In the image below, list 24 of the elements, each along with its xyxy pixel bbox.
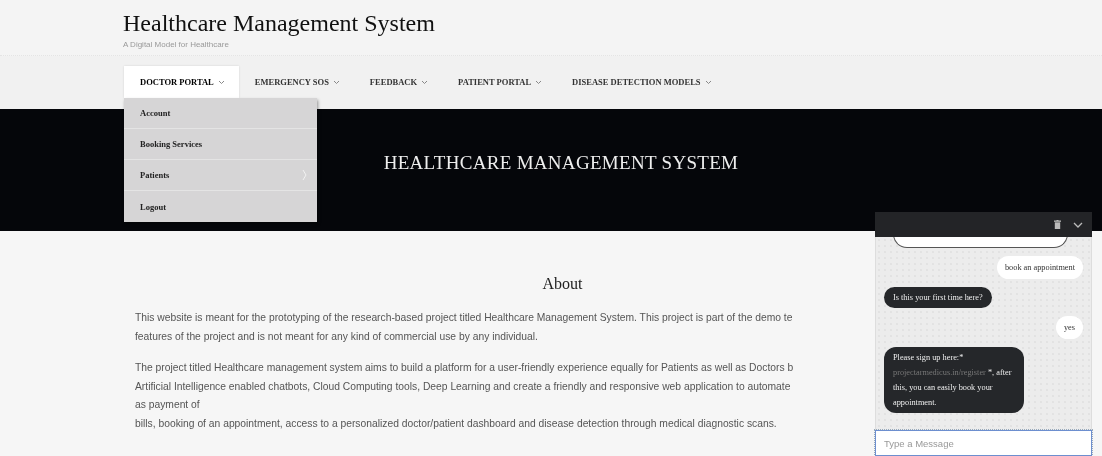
paragraph-line: as payment of <box>135 398 200 412</box>
banner-title: HEALTHCARE MANAGEMENT SYSTEM <box>383 152 739 174</box>
paragraph-line: The project titled Healthcare management system aims to build a platform for a user-friendly experience equally for Patients as well as Doctors b <box>135 361 794 375</box>
site-tagline: A Digital Model for Healthcare <box>123 40 230 49</box>
nav-tab[interactable]: FEEDBACK <box>353 66 443 98</box>
site-title: Healthcare Management System <box>123 10 435 36</box>
nav-tab[interactable]: DISEASE DETECTION MODELS <box>556 66 726 98</box>
nav-tab[interactable]: EMERGENCY SOS <box>238 66 354 98</box>
nav-tab[interactable]: PATIENT PORTAL <box>442 66 557 98</box>
signup-link[interactable]: projectarmedicus.in/register <box>893 368 986 377</box>
trash-icon[interactable] <box>1054 220 1061 229</box>
section-heading: About <box>541 275 584 293</box>
chat-message: yes <box>1055 316 1083 339</box>
paragraph-line: Artificial Intelligence enabled chatbots, Cloud Computing tools, Deep Learning and create a friendly and responsive web application to automate <box>135 379 791 394</box>
chat-message: book an appointment <box>996 256 1083 279</box>
chat-message: Please sign up here:* projectarmedicus.in/register *, after this, you can easily book your appointment. <box>884 347 1024 413</box>
paragraph-line: bills, booking of an appointment, access to a personalized doctor/patient dashboard and disease detection through medical diagnostic scans. <box>135 416 777 431</box>
chevron-down-icon[interactable] <box>1073 221 1083 228</box>
message-input[interactable]: Type a Message <box>875 430 1092 456</box>
paragraph-line: features of the project and is not meant for any kind of commercial use by any individual. <box>135 329 538 344</box>
nav-tab[interactable]: DOCTOR PORTAL <box>124 66 239 98</box>
menu-item[interactable]: Logout <box>124 191 317 222</box>
chat-message: Is this your first time here? <box>884 287 992 308</box>
paragraph-line: This website is meant for the prototyping of the research-based project titled Healthcare Management System. This project is part of the demo te <box>135 311 793 325</box>
